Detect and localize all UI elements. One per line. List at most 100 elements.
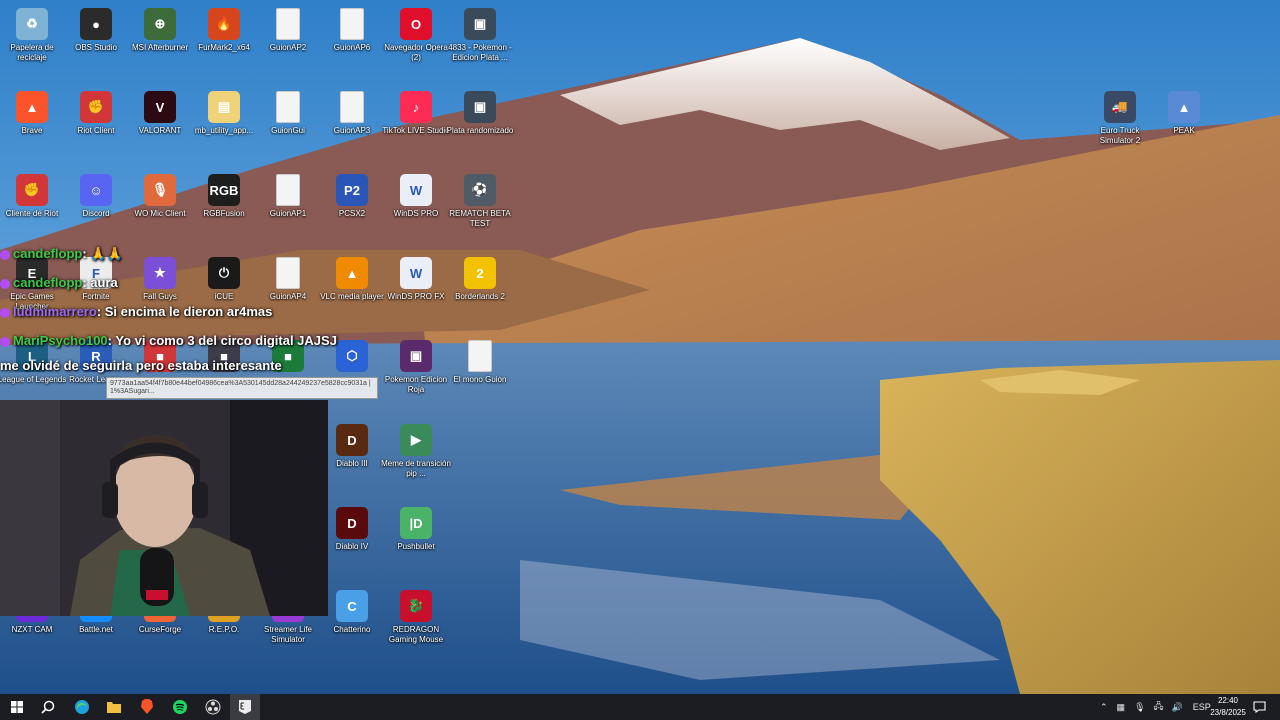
time: 22:40 — [1217, 696, 1239, 705]
winds-icon: W — [400, 174, 432, 206]
desktop-icon[interactable]: ▲ Brave — [0, 87, 68, 167]
obs-button[interactable] — [198, 694, 228, 720]
desktop-icon-label: GuionAP2 — [269, 43, 307, 52]
chat-username: ludmimarrero — [13, 304, 97, 319]
tray-app-icon[interactable]: ▦ — [1117, 702, 1126, 713]
epic-games-button[interactable] — [230, 694, 260, 720]
desktop-icon-label: Borderlands 2 — [455, 292, 505, 301]
edge-button[interactable] — [67, 694, 97, 720]
desktop-icon-label: CurseForge — [138, 625, 182, 634]
desktop-icon[interactable]: GuionGui — [252, 87, 324, 167]
spotify-button[interactable] — [165, 694, 195, 720]
desktop-icon[interactable]: 🚚 Euro Truck Simulator 2 — [1084, 87, 1156, 167]
fall-guys-icon: ★ — [144, 257, 176, 289]
redragon-icon: 🐉 — [400, 590, 432, 622]
opera-icon: O — [400, 8, 432, 40]
desktop-icon[interactable]: ▶ Meme de transición pip ... — [380, 420, 452, 500]
desktop-icon[interactable]: ✊ Cliente de Riot — [0, 170, 68, 250]
brave-button[interactable] — [132, 694, 162, 720]
desktop-icon-label: OBS Studio — [75, 43, 117, 52]
desktop-icon-label: Papelera de reciclaje — [10, 43, 54, 62]
desktop-icon[interactable]: ▣ 4833 - Pokemon - Edicion Plata ... — [444, 4, 516, 84]
desktop-icon[interactable]: 2 Borderlands 2 — [444, 253, 516, 333]
desktop-icon[interactable]: GuionAP2 — [252, 4, 324, 84]
obs-icon: ● — [80, 8, 112, 40]
peak-icon: ▲ — [1168, 91, 1200, 123]
desktop-icon[interactable]: ▣ Pokemon Edicion Roja — [380, 336, 452, 416]
desktop-icon[interactable]: ⚽ REMATCH BETA TEST — [444, 170, 516, 250]
file-icon — [276, 257, 300, 289]
desktop-icon-label: Battle.net — [79, 625, 113, 634]
subscriber-badge-icon — [0, 336, 10, 347]
webcam-overlay — [0, 400, 328, 616]
desktop-icon[interactable]: 🔥 FurMark2_x64 — [188, 4, 260, 84]
desktop-icon-label: Plata randomizado — [446, 126, 514, 135]
desktop-icon[interactable]: GuionAP1 — [252, 170, 324, 250]
desktop-icon[interactable]: GuionAP3 — [316, 87, 388, 167]
desktop-icon[interactable]: ♻ Papelera de reciclaje — [0, 4, 68, 84]
desktop-icon-label: Euro Truck Simulator 2 — [1099, 126, 1141, 145]
file-icon — [340, 91, 364, 123]
file-icon — [276, 8, 300, 40]
desktop-icon[interactable]: ⊕ MSI Afterburner — [124, 4, 196, 84]
network-icon[interactable]: 🖧 — [1154, 699, 1164, 715]
tooltip: 9773aa1aa54f4f7b80e44bef04986cea%3A53014… — [106, 377, 378, 399]
chat-message: me olvidé de seguirla pero estaba intere… — [0, 358, 282, 373]
desktop-icon[interactable]: ★ Fall Guys — [124, 253, 196, 333]
desktop-icon[interactable]: RGB RGBFusion — [188, 170, 260, 250]
search-button[interactable] — [33, 694, 63, 720]
desktop-icon[interactable]: ▲ VLC media player — [316, 253, 388, 333]
volume-icon[interactable]: 🔊 — [1172, 702, 1183, 713]
desktop-icon[interactable]: |D Pushbullet — [380, 503, 452, 583]
desktop-icon-label: Navegador Opera (2) — [384, 43, 448, 62]
desktop-icon[interactable]: ▲ PEAK — [1148, 87, 1220, 167]
desktop-icon[interactable]: ▣ Plata randomizado — [444, 87, 516, 167]
desktop-icon[interactable]: ♪ TikTok LIVE Studio — [380, 87, 452, 167]
desktop-icon[interactable]: 🐉 REDRAGON Gaming Mouse — [380, 586, 452, 666]
desktop-icon-label: WinDS PRO — [393, 209, 439, 218]
desktop-icon[interactable]: GuionAP6 — [316, 4, 388, 84]
desktop-icon-label: WO Mic Client — [134, 209, 186, 218]
desktop-icon[interactable]: ⏻ iCUE — [188, 253, 260, 333]
desktop-icon[interactable]: ✊ Riot Client — [60, 87, 132, 167]
desktop-icon-label: GuionGui — [271, 126, 305, 135]
desktop-icon[interactable]: W WinDS PRO FX — [380, 253, 452, 333]
desktop-icon[interactable]: E Epic Games Launcher — [0, 253, 68, 333]
chat-message: candeflopp: aura — [0, 275, 118, 290]
date: 23/8/2025 — [1210, 708, 1246, 717]
chat-text: : aura — [82, 275, 118, 290]
system-tray: ⌃ ▦ 🎙 🖧 🔊 ESP — [1100, 694, 1211, 720]
file-icon — [276, 91, 300, 123]
rom-icon: ▣ — [400, 340, 432, 372]
desktop-icon[interactable]: ☺ Discord — [60, 170, 132, 250]
desktop-icon[interactable]: ▤ mb_utility_app... — [188, 87, 260, 167]
desktop-icon[interactable]: F Fortnite — [60, 253, 132, 333]
chatterino-icon: C — [336, 590, 368, 622]
desktop-icon-label: El mono Guion — [453, 375, 507, 384]
desktop-icon[interactable]: O Navegador Opera (2) — [380, 4, 452, 84]
desktop-icon-label: TikTok LIVE Studio — [382, 126, 450, 135]
start-button[interactable] — [2, 694, 32, 720]
desktop-icon-label: VLC media player — [320, 292, 384, 301]
file-explorer-button[interactable] — [99, 694, 129, 720]
chat-username: MariPsycho100 — [13, 333, 108, 348]
diablo3-icon: D — [336, 424, 368, 456]
desktop-icon[interactable]: GuionAP4 — [252, 253, 324, 333]
desktop-icon-label: VALORANT — [138, 126, 182, 135]
desktop-icon[interactable]: W WinDS PRO — [380, 170, 452, 250]
meme-icon: ▶ — [400, 424, 432, 456]
clock[interactable]: 22:40 23/8/2025 — [1206, 695, 1250, 719]
chat-message: candeflopp: 🙏🙏 — [0, 246, 123, 262]
desktop-icon-label: REDRAGON Gaming Mouse — [388, 625, 444, 644]
desktop-icon[interactable]: P2 PCSX2 — [316, 170, 388, 250]
desktop-icon[interactable]: 🎙 WO Mic Client — [124, 170, 196, 250]
desktop-icon[interactable]: El mono Guion — [444, 336, 516, 416]
chevron-up-icon[interactable]: ⌃ — [1100, 702, 1108, 713]
notifications-button[interactable] — [1246, 694, 1272, 720]
desktop-icon[interactable]: ● OBS Studio — [60, 4, 132, 84]
microphone-icon[interactable]: 🎙 — [1134, 702, 1145, 713]
desktop[interactable]: ♻ Papelera de reciclaje ● OBS Studio ⊕ MSI Af… — [0, 0, 1280, 694]
desktop-icon-label: WinDS PRO FX — [387, 292, 445, 301]
desktop-icon-label: Streamer Life Simulator — [263, 625, 313, 644]
desktop-icon[interactable]: V VALORANT — [124, 87, 196, 167]
